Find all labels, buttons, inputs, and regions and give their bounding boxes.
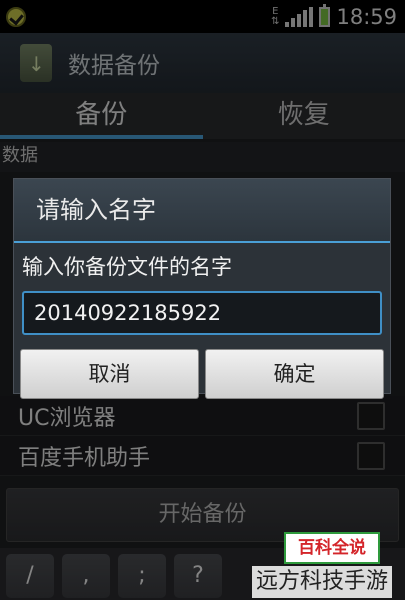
watermark-text: 远方科技手游: [252, 566, 393, 598]
confirm-button[interactable]: 确定: [205, 349, 384, 399]
cancel-button[interactable]: 取消: [20, 349, 199, 399]
dialog-message: 输入你备份文件的名字: [22, 255, 232, 279]
name-input-dialog: 请输入名字 输入你备份文件的名字 20140922185922 取消 确定: [13, 178, 391, 399]
dialog-title: 请输入名字: [14, 179, 390, 243]
backup-name-input[interactable]: 20140922185922: [22, 291, 382, 335]
watermark-badge: 百科全说: [284, 532, 380, 564]
